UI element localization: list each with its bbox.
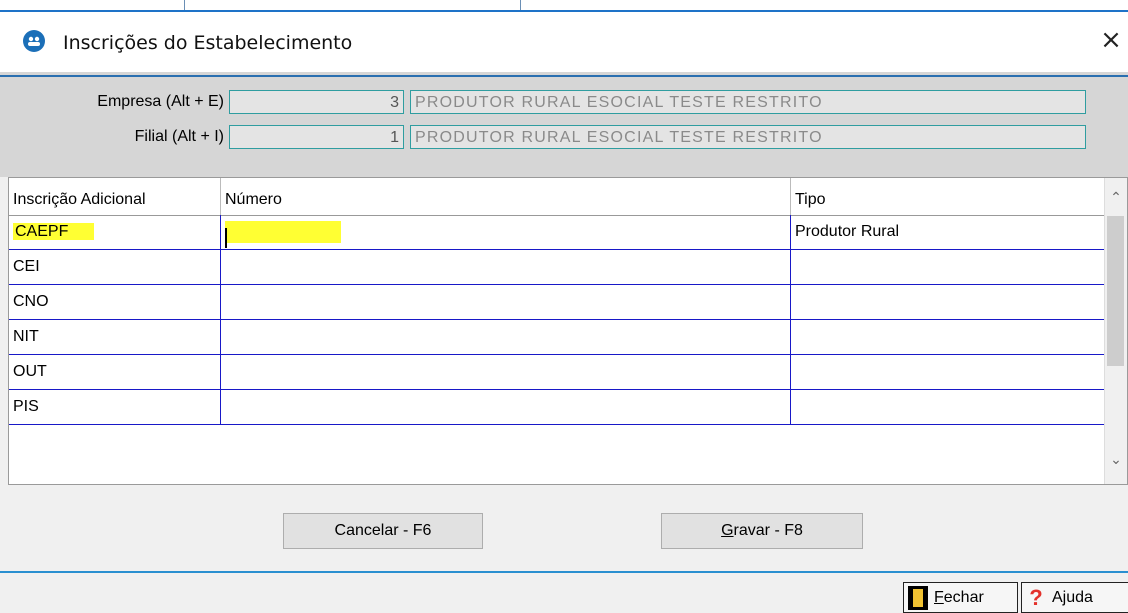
cell-tipo[interactable] xyxy=(791,320,1106,355)
cell-numero[interactable] xyxy=(221,250,791,285)
fechar-mnemonic: F xyxy=(934,588,944,606)
cancel-button[interactable]: Cancelar - F6 xyxy=(283,513,483,549)
cell-inscricao[interactable]: OUT xyxy=(9,355,221,390)
fechar-button[interactable]: Fechar xyxy=(903,582,1018,613)
chevron-up-icon[interactable]: ⌃ xyxy=(1105,186,1127,208)
ajuda-button[interactable]: ? Ajuda xyxy=(1021,582,1128,613)
title-bar: Inscrições do Estabelecimento × xyxy=(0,14,1128,72)
highlighted-input xyxy=(225,220,341,248)
window-title: Inscrições do Estabelecimento xyxy=(63,32,353,54)
door-exit-icon xyxy=(908,585,928,610)
footer-bar: Fechar ? Ajuda xyxy=(0,573,1128,613)
cell-inscricao[interactable]: CEI xyxy=(9,250,221,285)
filial-label: Filial (Alt + I) xyxy=(134,128,224,145)
close-button[interactable]: × xyxy=(1094,22,1128,58)
save-label: ravar - F8 xyxy=(733,522,803,539)
cell-numero-input[interactable] xyxy=(221,215,791,250)
help-question-icon: ? xyxy=(1029,584,1043,610)
filter-panel: Empresa (Alt + E) 3 PRODUTOR RURAL ESOCI… xyxy=(0,72,1128,177)
cell-numero[interactable] xyxy=(221,285,791,320)
cell-tipo[interactable] xyxy=(791,355,1106,390)
cell-tipo[interactable] xyxy=(791,285,1106,320)
column-header-tipo[interactable]: Tipo xyxy=(791,178,1106,215)
table-row[interactable]: PIS xyxy=(9,390,1106,425)
highlighted-text: CAEPF xyxy=(13,223,95,240)
chevron-down-icon[interactable]: ⌄ xyxy=(1105,448,1127,470)
empresa-code-field[interactable]: 3 xyxy=(229,90,404,114)
scroll-thumb[interactable] xyxy=(1107,216,1124,366)
empresa-label: Empresa (Alt + E) xyxy=(97,93,224,110)
background-window-strip xyxy=(0,0,1128,14)
save-button[interactable]: Gravar - F8 xyxy=(661,513,863,549)
column-header-inscricao[interactable]: Inscrição Adicional xyxy=(9,178,221,215)
cell-numero[interactable] xyxy=(221,390,791,425)
filial-name-field: PRODUTOR RURAL ESOCIAL TESTE RESTRITO xyxy=(410,125,1086,149)
cell-inscricao[interactable]: CAEPF xyxy=(9,215,221,250)
table-row[interactable]: CEI xyxy=(9,250,1106,285)
text-caret xyxy=(225,227,227,248)
action-bar: Cancelar - F6 Gravar - F8 xyxy=(0,485,1128,575)
cell-tipo[interactable] xyxy=(791,390,1106,425)
table-row[interactable]: CAEPF Produtor Rural xyxy=(9,215,1106,250)
cell-inscricao[interactable]: PIS xyxy=(9,390,221,425)
app-logo-icon xyxy=(23,30,45,52)
fechar-label: echar xyxy=(943,588,984,606)
filial-code-field[interactable]: 1 xyxy=(229,125,404,149)
cell-tipo[interactable]: Produtor Rural xyxy=(791,215,1106,250)
empresa-name-field: PRODUTOR RURAL ESOCIAL TESTE RESTRITO xyxy=(410,90,1086,114)
table-row[interactable]: OUT xyxy=(9,355,1106,390)
vertical-scrollbar[interactable]: ⌃ ⌄ xyxy=(1104,178,1127,484)
cell-inscricao[interactable]: NIT xyxy=(9,320,221,355)
column-header-numero[interactable]: Número xyxy=(221,178,791,215)
inscricoes-grid[interactable]: Inscrição Adicional Número Tipo CAEPF Pr… xyxy=(8,177,1128,485)
divider xyxy=(0,10,1128,12)
cell-numero[interactable] xyxy=(221,355,791,390)
table-row[interactable]: NIT xyxy=(9,320,1106,355)
close-icon: × xyxy=(1100,25,1122,55)
cell-numero[interactable] xyxy=(221,320,791,355)
divider xyxy=(0,75,1128,77)
dialog-window: Inscrições do Estabelecimento × Empresa … xyxy=(0,0,1128,613)
ajuda-label: Ajuda xyxy=(1052,588,1093,606)
save-mnemonic: G xyxy=(721,522,734,539)
cell-tipo[interactable] xyxy=(791,250,1106,285)
cell-inscricao[interactable]: CNO xyxy=(9,285,221,320)
table-row[interactable]: CNO xyxy=(9,285,1106,320)
grid-header: Inscrição Adicional Número Tipo xyxy=(9,178,1106,216)
